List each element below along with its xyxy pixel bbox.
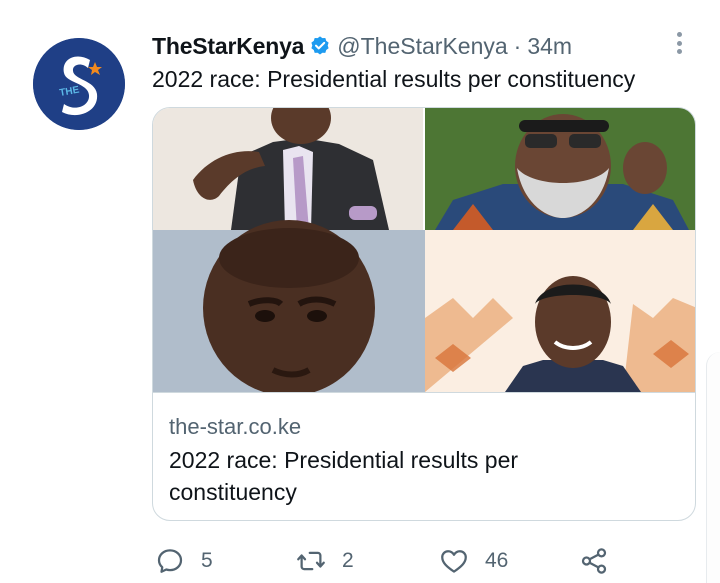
verified-badge-icon <box>309 35 331 57</box>
tweet-actions: 5 2 46 <box>155 544 625 578</box>
card-title: 2022 race: Presidential results per cons… <box>169 447 519 505</box>
tweet[interactable]: THE TheStarKenya @TheStarKenya · 34m 202… <box>0 0 720 583</box>
reply-count: 5 <box>201 549 213 572</box>
tweet-text: 2022 race: Presidential results per cons… <box>152 66 636 92</box>
card-image[interactable] <box>153 108 695 392</box>
like-count: 46 <box>485 549 509 572</box>
next-panel-edge <box>706 352 720 583</box>
separator-dot: · <box>513 32 522 59</box>
heart-icon <box>441 550 467 573</box>
candidates-collage-image <box>153 108 695 392</box>
like-button[interactable]: 46 <box>439 544 508 578</box>
retweet-icon <box>297 551 325 571</box>
display-name[interactable]: TheStarKenya <box>152 33 304 60</box>
avatar[interactable]: THE <box>33 38 125 130</box>
reply-button[interactable]: 5 <box>155 544 213 578</box>
card-domain: the-star.co.ke <box>169 414 302 439</box>
handle[interactable]: @TheStarKenya <box>337 33 507 60</box>
the-star-logo-icon: THE <box>33 38 125 130</box>
more-options-icon[interactable] <box>668 30 690 56</box>
share-button[interactable] <box>579 544 609 578</box>
timestamp[interactable]: 34m <box>527 33 572 60</box>
reply-icon <box>157 549 183 573</box>
card-divider <box>153 392 695 393</box>
retweet-button[interactable]: 2 <box>296 544 354 578</box>
link-card[interactable]: the-star.co.ke 2022 race: Presidential r… <box>152 107 696 521</box>
share-icon <box>581 548 607 574</box>
tweet-header: TheStarKenya @TheStarKenya · 34m <box>152 31 572 61</box>
retweet-count: 2 <box>342 549 354 572</box>
